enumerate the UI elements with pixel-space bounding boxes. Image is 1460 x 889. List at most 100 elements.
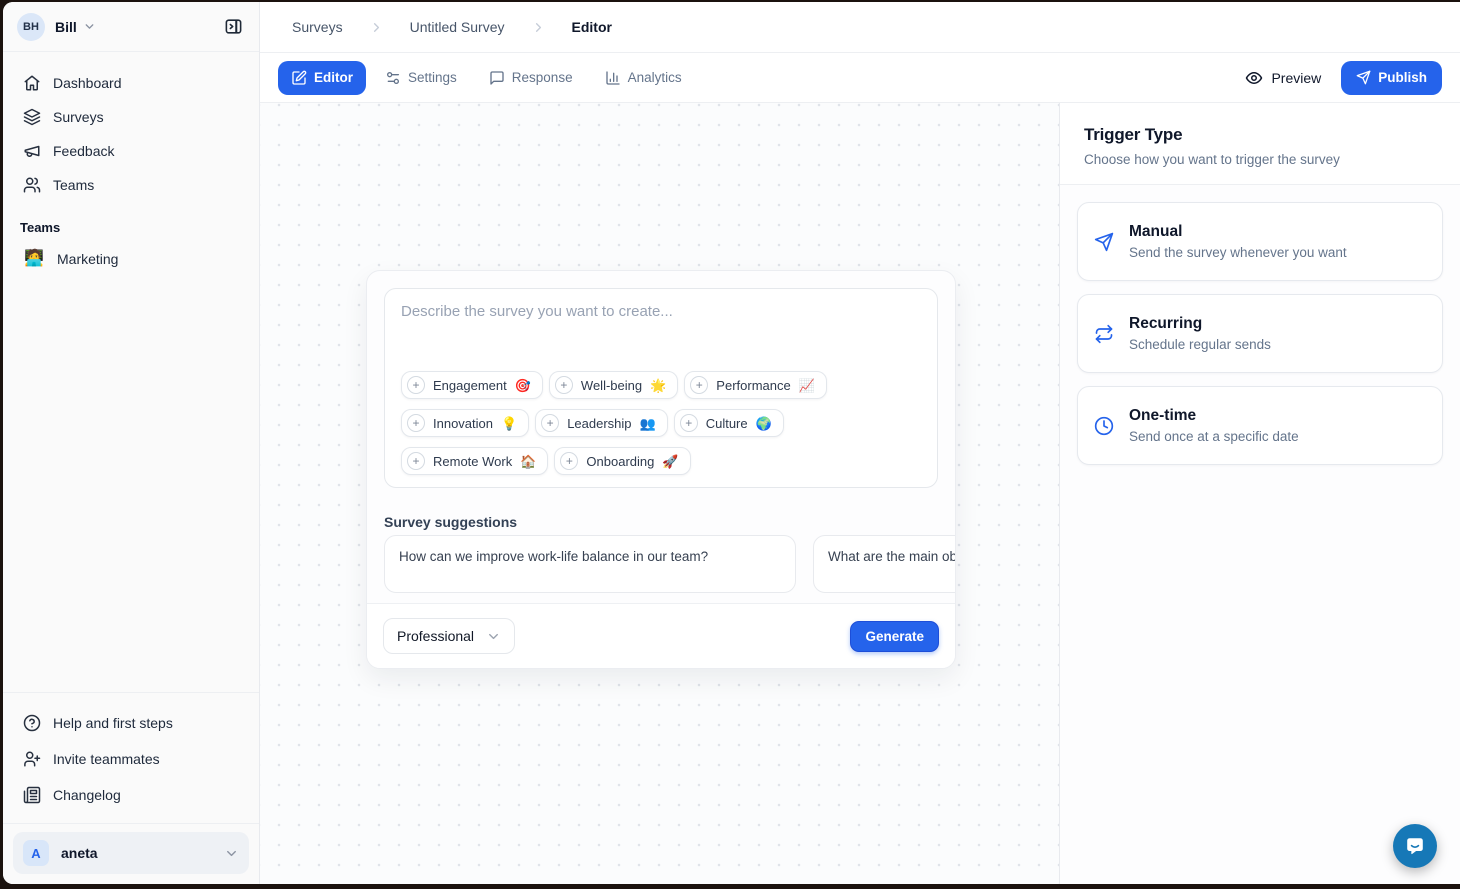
sidebar-item-label: Teams [53,177,94,193]
topic-chip-performance[interactable]: + Performance 📈 [684,371,827,399]
content-area: Describe the survey you want to create..… [260,103,1460,884]
trigger-options: Manual Send the survey whenever you want… [1060,185,1460,495]
newspaper-icon [23,786,41,804]
publish-label: Publish [1378,70,1427,85]
option-text: Manual Send the survey whenever you want [1129,223,1347,260]
preview-label: Preview [1271,70,1321,86]
chevron-down-icon [486,629,501,644]
home-icon [23,74,41,92]
option-description: Send once at a specific date [1129,429,1299,444]
trigger-option-one-time[interactable]: One-time Send once at a specific date [1077,386,1443,465]
chart-emoji-icon: 📈 [799,379,815,392]
plus-icon: + [555,376,573,394]
sidebar-item-label: Invite teammates [53,751,160,767]
panel-subtitle: Choose how you want to trigger the surve… [1084,152,1436,167]
bulb-emoji-icon: 💡 [501,417,517,430]
app-window: BH Bill Dashboard Surv [3,2,1460,884]
star-emoji-icon: 🌟 [650,379,666,392]
breadcrumb-survey-name[interactable]: Untitled Survey [410,19,505,35]
topic-chip-culture[interactable]: + Culture 🌍 [674,409,784,437]
chat-bubble-icon [1404,835,1426,857]
tab-label: Editor [314,70,353,85]
tab-response[interactable]: Response [476,61,586,95]
send-icon [1356,70,1371,85]
chevron-down-icon [224,846,239,861]
sidebar-item-label: Help and first steps [53,715,173,731]
generate-button[interactable]: Generate [850,621,939,652]
suggestion-carousel: How can we improve work-life balance in … [384,535,955,593]
tone-value: Professional [397,628,474,644]
sidebar-item-label: Surveys [53,109,104,125]
tone-select[interactable]: Professional [383,618,515,654]
help-circle-icon [23,714,41,732]
sidebar-collapse-button[interactable] [219,13,247,41]
tab-analytics[interactable]: Analytics [592,61,695,95]
sidebar-item-feedback[interactable]: Feedback [15,134,247,168]
topic-chip-engagement[interactable]: + Engagement 🎯 [401,371,543,399]
edit-pencil-icon [291,70,307,86]
sidebar-item-surveys[interactable]: Surveys [15,100,247,134]
chevron-down-icon [83,20,96,33]
topic-chip-innovation[interactable]: + Innovation 💡 [401,409,529,437]
send-icon [1094,232,1114,252]
plus-icon: + [541,414,559,432]
tab-settings[interactable]: Settings [372,61,470,95]
editor-canvas[interactable]: Describe the survey you want to create..… [260,103,1059,884]
sidebar: BH Bill Dashboard Surv [3,2,260,884]
rocket-emoji-icon: 🚀 [662,455,678,468]
publish-button[interactable]: Publish [1341,61,1442,95]
trigger-option-recurring[interactable]: Recurring Schedule regular sends [1077,294,1443,373]
option-description: Schedule regular sends [1129,337,1271,352]
breadcrumb-surveys[interactable]: Surveys [292,19,343,35]
sliders-icon [385,70,401,86]
account-section: A aneta [3,823,259,874]
account-avatar: A [23,840,49,866]
topic-chip-onboarding[interactable]: + Onboarding 🚀 [554,447,690,475]
topic-chip-wellbeing[interactable]: + Well-being 🌟 [549,371,678,399]
topic-chip-remote-work[interactable]: + Remote Work 🏠 [401,447,548,475]
teams-section-label: Teams [3,202,259,241]
sidebar-item-dashboard[interactable]: Dashboard [15,66,247,100]
sidebar-item-teams[interactable]: Teams [15,168,247,202]
plus-icon: + [690,376,708,394]
dart-emoji-icon: 🎯 [515,379,531,392]
account-name: aneta [61,845,98,861]
sidebar-item-label: Changelog [53,787,121,803]
breadcrumb-current-page: Editor [572,19,612,35]
trigger-option-manual[interactable]: Manual Send the survey whenever you want [1077,202,1443,281]
tab-editor[interactable]: Editor [278,61,366,95]
ai-survey-composer-card: Describe the survey you want to create..… [366,270,956,669]
sidebar-item-invite[interactable]: Invite teammates [15,741,247,777]
tab-label: Analytics [628,70,682,85]
plus-icon: + [560,452,578,470]
panel-collapse-icon [224,17,243,36]
chevron-right-icon [369,20,384,35]
panel-title: Trigger Type [1084,125,1436,145]
sidebar-item-label: Feedback [53,143,114,159]
workspace-switcher[interactable]: BH Bill [3,2,259,52]
eye-icon [1245,69,1263,87]
suggestion-card[interactable]: What are the main ob [813,535,955,593]
account-menu-button[interactable]: A aneta [13,832,249,874]
option-title: Recurring [1129,315,1271,333]
topic-chip-leadership[interactable]: + Leadership 👥 [535,409,668,437]
survey-prompt-input[interactable]: Describe the survey you want to create..… [384,288,938,488]
busts-emoji-icon: 👥 [640,417,656,430]
prompt-placeholder: Describe the survey you want to create..… [401,303,921,320]
option-description: Send the survey whenever you want [1129,245,1347,260]
sidebar-item-help[interactable]: Help and first steps [15,705,247,741]
editor-tabs: Editor Settings Response [278,61,695,95]
sidebar-team-marketing[interactable]: 🧑‍💻 Marketing [15,241,247,277]
chat-launcher-button[interactable] [1393,824,1437,868]
suggestions-title: Survey suggestions [384,514,938,530]
sidebar-item-changelog[interactable]: Changelog [15,777,247,813]
preview-button[interactable]: Preview [1245,69,1321,87]
users-icon [23,176,41,194]
chevron-right-icon [531,20,546,35]
repeat-icon [1094,324,1114,344]
suggestion-card[interactable]: How can we improve work-life balance in … [384,535,796,593]
plus-icon: + [407,376,425,394]
globe-emoji-icon: 🌍 [756,417,772,430]
layers-icon [23,108,41,126]
sidebar-item-label: Dashboard [53,75,122,91]
